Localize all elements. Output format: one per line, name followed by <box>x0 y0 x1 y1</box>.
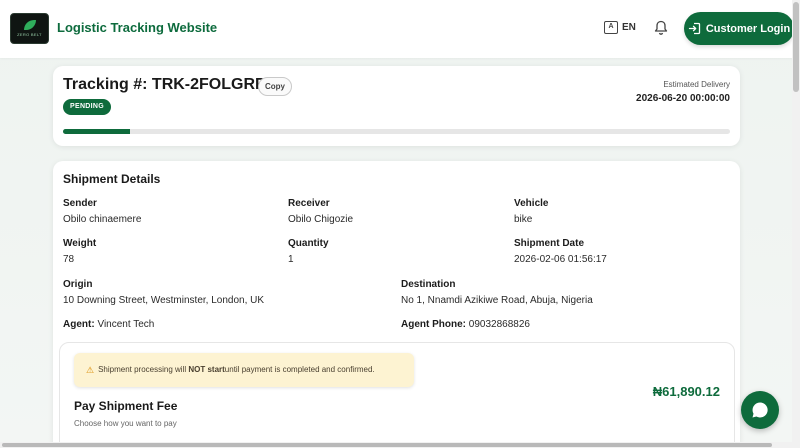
vertical-scrollbar[interactable] <box>792 0 800 448</box>
tracking-number: Tracking #: TRK-2FOLGRP0 <box>63 76 275 93</box>
login-icon <box>688 22 700 35</box>
tracking-summary-card: Tracking #: TRK-2FOLGRP0 Copy PENDING Es… <box>53 66 740 146</box>
pay-shipment-fee-subtitle: Choose how you want to pay <box>74 419 177 428</box>
agent-field: Agent: Vincent Tech <box>63 319 154 330</box>
bell-icon <box>654 20 668 35</box>
origin-value: 10 Downing Street, Westminster, London, … <box>63 295 265 306</box>
quantity-label: Quantity <box>288 238 329 249</box>
language-switcher[interactable]: A EN <box>604 21 636 34</box>
site-logo[interactable]: ZERO BELT <box>10 13 49 44</box>
login-label: Customer Login <box>705 22 791 35</box>
progress-fill <box>63 129 130 134</box>
shipment-details-card: Shipment Details Sender Obilo chinaemere… <box>53 161 740 448</box>
status-badge: PENDING <box>63 99 111 115</box>
top-navbar: ZERO BELT Logistic Tracking Website A EN… <box>0 0 800 58</box>
language-code: EN <box>622 22 636 33</box>
warning-text-bold: NOT start <box>188 365 225 374</box>
pay-shipment-fee-title: Pay Shipment Fee <box>74 399 178 413</box>
sender-field: Sender Obilo chinaemere <box>63 198 141 225</box>
vehicle-label: Vehicle <box>514 198 549 209</box>
vehicle-field: Vehicle bike <box>514 198 548 225</box>
leaf-icon <box>23 20 36 30</box>
vehicle-value: bike <box>514 214 533 225</box>
warning-text: Shipment processing will NOT startuntil … <box>98 353 375 387</box>
agent-phone-value[interactable]: 09032868826 <box>469 319 530 330</box>
sender-label: Sender <box>63 198 97 209</box>
destination-label: Destination <box>401 279 456 290</box>
payment-panel: ⚠ Shipment processing will NOT startunti… <box>59 342 735 448</box>
weight-field: Weight 78 <box>63 238 96 265</box>
shipment-date-label: Shipment Date <box>514 238 585 249</box>
warning-text-post: until payment is completed and confirmed… <box>224 365 375 374</box>
payment-warning-banner: ⚠ Shipment processing will NOT startunti… <box>74 353 414 387</box>
payment-amount: ₦61,890.12 <box>652 384 720 399</box>
estimated-delivery-value: 2026-06-20 00:00:00 <box>636 93 730 104</box>
agent-phone-label: Agent Phone: <box>401 319 466 330</box>
site-title[interactable]: Logistic Tracking Website <box>57 20 217 35</box>
origin-label: Origin <box>63 279 93 290</box>
receiver-value: Obilo Chigozie <box>288 214 354 225</box>
vertical-scrollbar-thumb[interactable] <box>793 2 799 92</box>
logo-text: ZERO BELT <box>17 32 42 37</box>
horizontal-scrollbar-thumb[interactable] <box>2 443 772 447</box>
receiver-label: Receiver <box>288 198 330 209</box>
translate-icon: A <box>604 21 618 34</box>
customer-login-button[interactable]: Customer Login <box>684 12 794 45</box>
receiver-field: Receiver Obilo Chigozie <box>288 198 353 225</box>
copy-button[interactable]: Copy <box>258 77 292 96</box>
destination-value: No 1, Nnamdi Azikiwe Road, Abuja, Nigeri… <box>401 295 593 306</box>
agent-phone-field: Agent Phone: 09032868826 <box>401 319 530 330</box>
chat-button[interactable] <box>741 391 779 429</box>
weight-label: Weight <box>63 238 97 249</box>
agent-label: Agent: <box>63 319 95 330</box>
quantity-field: Quantity 1 <box>288 238 329 265</box>
shipment-date-value: 2026-02-06 01:56:17 <box>514 254 607 265</box>
agent-value: Vincent Tech <box>97 319 155 330</box>
origin-field: Origin 10 Downing Street, Westminster, L… <box>63 279 264 306</box>
sender-value: Obilo chinaemere <box>63 214 142 225</box>
weight-value: 78 <box>63 254 75 265</box>
notifications-button[interactable] <box>654 20 668 36</box>
section-title: Shipment Details <box>63 172 161 186</box>
chat-icon <box>752 402 768 418</box>
destination-field: Destination No 1, Nnamdi Azikiwe Road, A… <box>401 279 593 306</box>
shipment-date-field: Shipment Date 2026-02-06 01:56:17 <box>514 238 607 265</box>
warning-icon: ⚠ <box>86 365 95 375</box>
estimated-delivery-label: Estimated Delivery <box>663 80 730 89</box>
quantity-value: 1 <box>288 254 294 265</box>
warning-text-pre: Shipment processing will <box>98 365 189 374</box>
horizontal-scrollbar[interactable] <box>0 442 792 448</box>
shipment-progress-bar <box>63 129 730 134</box>
